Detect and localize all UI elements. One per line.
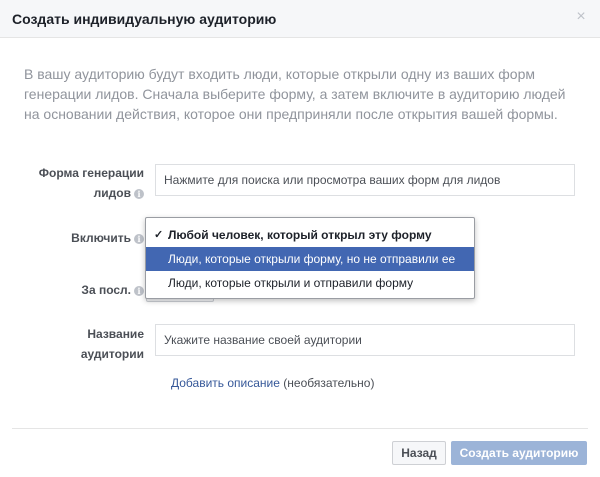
dropdown-option-opened-and-submitted[interactable]: Люди, которые открыли и отправили форму xyxy=(146,271,474,295)
include-label-wrap: Включить i xyxy=(20,228,144,248)
back-button[interactable]: Назад xyxy=(392,441,446,465)
info-icon[interactable]: i xyxy=(134,234,144,244)
audience-name-label-line2: аудитории xyxy=(80,347,144,361)
lead-form-label-line2-wrap: лидов i xyxy=(20,183,144,203)
period-label-wrap: За посл. i xyxy=(20,280,144,300)
dropdown-option-any-opened[interactable]: ✓ Любой человек, который открыл эту форм… xyxy=(146,223,474,247)
footer-divider xyxy=(12,428,588,429)
dropdown-option-label: Люди, которые открыли форму, но не отпра… xyxy=(168,252,456,266)
lead-form-search-input[interactable]: Нажмите для поиска или просмотра ваших ф… xyxy=(155,164,575,196)
audience-name-input[interactable]: Укажите название своей аудитории xyxy=(155,324,575,356)
intro-text: В вашу аудиторию будут входить люди, кот… xyxy=(24,66,566,122)
optional-text: (необязательно) xyxy=(283,376,375,390)
info-icon[interactable]: i xyxy=(134,189,144,199)
dropdown-option-label: Любой человек, который открыл эту форму xyxy=(168,228,432,242)
lead-form-label-line1: Форма генерации xyxy=(38,166,144,180)
include-dropdown-menu[interactable]: ✓ Любой человек, который открыл эту форм… xyxy=(145,217,475,299)
lead-form-label: Форма генерации лидов i xyxy=(20,163,144,203)
period-label: За посл. xyxy=(81,283,131,297)
dialog-title: Создать индивидуальную аудиторию xyxy=(12,11,277,27)
dialog-header: Создать индивидуальную аудиторию × xyxy=(0,0,600,38)
audience-name-label-line1: Название xyxy=(87,327,144,341)
lead-form-search-placeholder: Нажмите для поиска или просмотра ваших ф… xyxy=(164,173,501,187)
add-description-link[interactable]: Добавить описание xyxy=(171,376,280,390)
close-icon[interactable]: × xyxy=(574,9,588,25)
include-label: Включить xyxy=(71,231,131,245)
dropdown-option-opened-not-submitted[interactable]: Люди, которые открыли форму, но не отпра… xyxy=(146,247,474,271)
add-description-row: Добавить описание (необязательно) xyxy=(171,376,374,390)
lead-form-label-line2: лидов xyxy=(93,186,131,200)
audience-name-placeholder: Укажите название своей аудитории xyxy=(164,333,362,347)
dropdown-option-label: Люди, которые открыли и отправили форму xyxy=(168,276,414,290)
create-audience-button[interactable]: Создать аудиторию xyxy=(451,441,587,465)
check-icon: ✓ xyxy=(154,229,164,241)
info-icon[interactable]: i xyxy=(134,286,144,296)
audience-name-label: Название аудитории xyxy=(20,324,144,364)
